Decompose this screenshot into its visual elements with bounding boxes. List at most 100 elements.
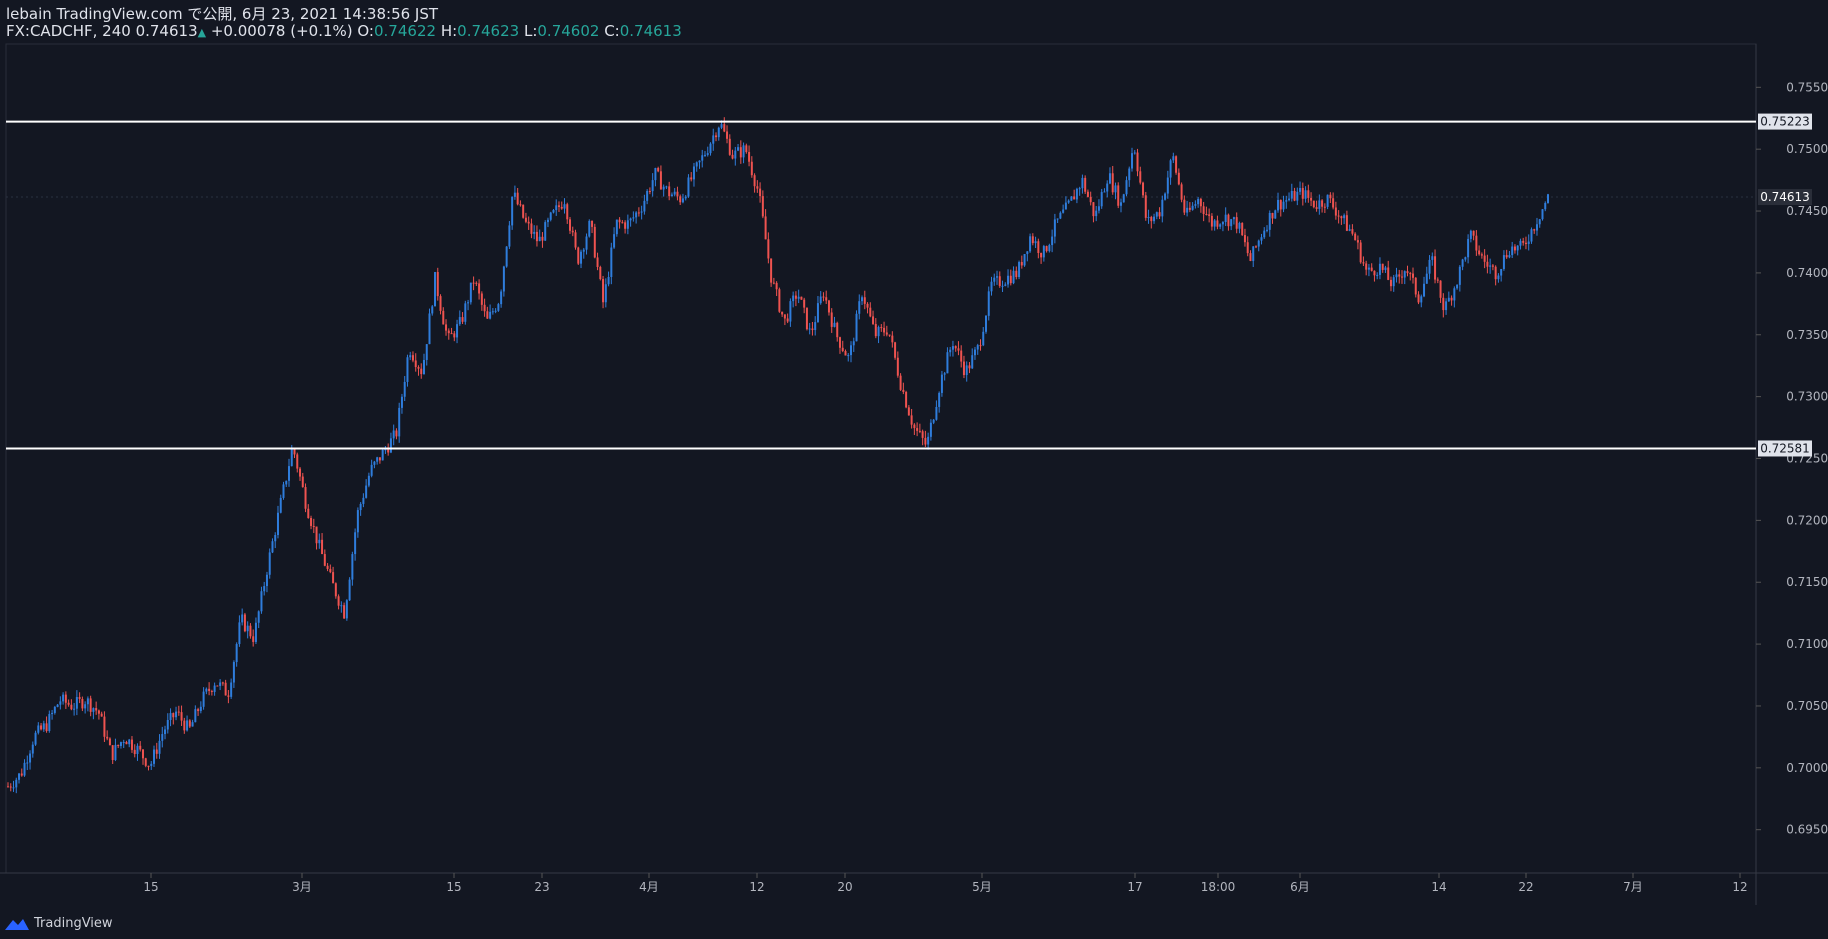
candle-body xyxy=(387,449,390,453)
candle-body xyxy=(409,355,412,358)
candle-body xyxy=(825,297,828,301)
candle-body xyxy=(761,196,764,217)
candle-body xyxy=(265,574,268,587)
level-price-label: 0.75223 xyxy=(1760,115,1810,129)
candle-body xyxy=(34,732,37,745)
candle-body xyxy=(1075,188,1078,200)
candle-body xyxy=(299,468,302,477)
candle-body xyxy=(1064,202,1067,210)
candle-body xyxy=(483,304,486,312)
candle-body xyxy=(1351,229,1354,234)
candle-body xyxy=(1502,255,1505,270)
candle-body xyxy=(144,758,147,766)
candle-body xyxy=(246,625,249,632)
candle-body xyxy=(497,304,500,311)
candle-body xyxy=(993,277,996,282)
candle-body xyxy=(464,303,467,322)
candle-body xyxy=(210,690,213,692)
candle-body xyxy=(186,720,189,731)
candle-body xyxy=(1142,182,1145,196)
candle-body xyxy=(296,454,299,469)
candle-body xyxy=(1274,210,1277,219)
candle-body xyxy=(89,698,92,712)
candle-body xyxy=(1067,200,1070,203)
candle-body xyxy=(1254,246,1257,248)
candle-body xyxy=(1108,173,1111,184)
candle-body xyxy=(874,323,877,337)
candle-body xyxy=(894,342,897,358)
candle-body xyxy=(354,532,357,555)
candle-body xyxy=(924,437,927,445)
time-tick-label: 12 xyxy=(1732,880,1747,894)
candle-body xyxy=(916,428,919,431)
candle-body xyxy=(533,231,536,234)
candle-body xyxy=(1045,246,1048,252)
candle-body xyxy=(838,337,841,348)
candle-body xyxy=(996,276,999,278)
candle-body xyxy=(1475,235,1478,251)
candle-body xyxy=(197,709,200,712)
candle-body xyxy=(1489,265,1492,267)
candle-body xyxy=(1249,253,1252,261)
candle-body xyxy=(932,419,935,423)
candle-body xyxy=(1285,200,1288,202)
candle-body xyxy=(59,701,62,705)
candle-body xyxy=(216,685,219,687)
candle-body xyxy=(1097,206,1100,211)
candle-body xyxy=(147,765,150,767)
candle-body xyxy=(979,345,982,347)
candle-body xyxy=(1511,246,1514,256)
candle-body xyxy=(560,206,563,209)
candle-body xyxy=(395,430,398,437)
candle-body xyxy=(243,614,246,632)
candle-body xyxy=(337,596,340,606)
candle-body xyxy=(1238,222,1241,229)
last-price-label: 0.74613 xyxy=(1760,190,1810,204)
time-tick-label: 17 xyxy=(1127,880,1142,894)
price-chart[interactable]: 0.75500 0.75000 0.74500 0.74000 0.73500 0.730… xyxy=(0,0,1828,939)
candle-body xyxy=(1056,218,1059,220)
level-price-label: 0.72581 xyxy=(1760,441,1810,455)
candle-body xyxy=(389,438,392,453)
candle-body xyxy=(822,296,825,298)
candle-body xyxy=(453,333,456,338)
candle-body xyxy=(290,448,293,467)
candle-body xyxy=(1260,237,1263,241)
candle-body xyxy=(1423,283,1426,297)
candle-body xyxy=(866,303,869,308)
candle-body xyxy=(276,512,279,536)
candle-body xyxy=(918,430,921,432)
candle-body xyxy=(450,333,453,335)
candle-body xyxy=(180,712,183,721)
candle-body xyxy=(1538,219,1541,225)
candle-body xyxy=(1282,201,1285,210)
candle-body xyxy=(684,196,687,199)
candle-body xyxy=(1310,197,1313,201)
candle-body xyxy=(910,415,913,425)
candle-body xyxy=(819,296,822,304)
candle-body xyxy=(750,161,753,176)
candle-body xyxy=(877,327,880,337)
time-tick-label: 15 xyxy=(143,880,158,894)
candle-body xyxy=(1186,207,1189,213)
candle-body xyxy=(301,476,304,488)
candle-body xyxy=(1161,199,1164,217)
candle-body xyxy=(522,204,525,218)
candle-body xyxy=(990,281,993,292)
candle-body xyxy=(205,688,208,692)
candle-body xyxy=(456,324,459,338)
time-tick-label: 6月 xyxy=(1290,880,1310,894)
candle-body xyxy=(588,220,591,237)
candle-body xyxy=(345,600,348,619)
candle-body xyxy=(1370,267,1373,271)
candle-body xyxy=(133,749,136,754)
candle-body xyxy=(285,480,288,485)
candle-body xyxy=(618,219,621,223)
candle-body xyxy=(786,318,789,322)
candle-body xyxy=(1494,266,1497,280)
candle-body xyxy=(508,225,511,247)
candle-body xyxy=(637,212,640,214)
candle-body xyxy=(1332,198,1335,208)
candle-body xyxy=(648,191,651,193)
candle-body xyxy=(943,373,946,375)
